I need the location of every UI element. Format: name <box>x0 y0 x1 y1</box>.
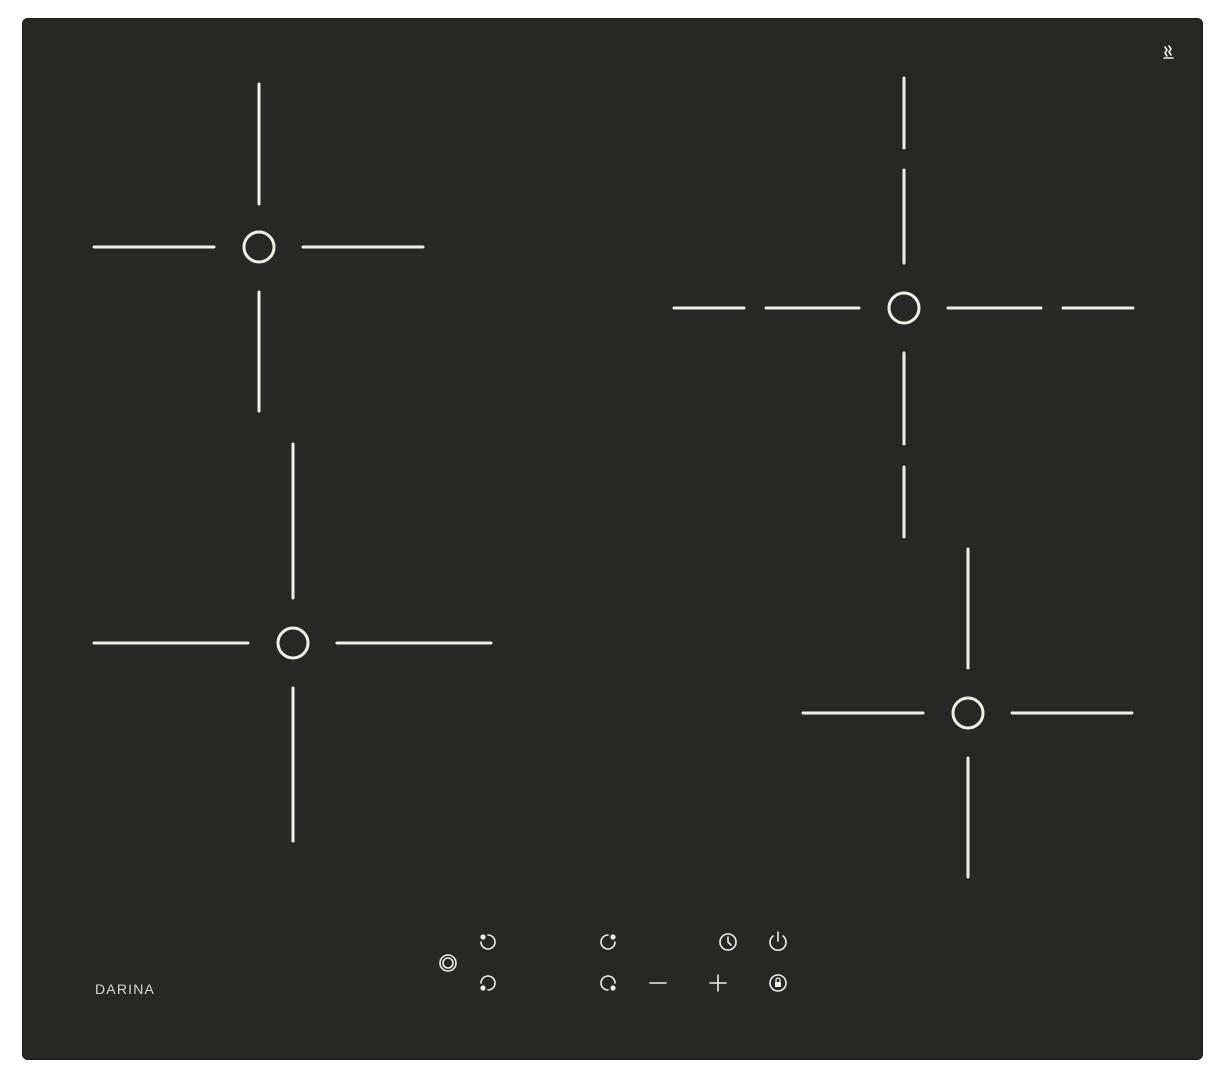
cooking-zone-top-right <box>672 76 1135 539</box>
minus-button[interactable] <box>644 969 672 997</box>
cooking-zone-top-left <box>92 82 425 413</box>
zone-top-right-button[interactable] <box>594 928 622 956</box>
power-button[interactable] <box>764 928 792 956</box>
zone-center-ring <box>887 291 921 325</box>
zone-bottom-left-button[interactable] <box>474 969 502 997</box>
zone-center-ring <box>951 696 985 730</box>
brand-logo: DARINA <box>95 981 156 997</box>
plus-button[interactable] <box>704 969 732 997</box>
zone-bottom-right-button[interactable] <box>594 969 622 997</box>
zone-select-button[interactable] <box>434 949 462 977</box>
lock-button[interactable] <box>764 969 792 997</box>
cooking-zone-bottom-right <box>801 547 1134 879</box>
zone-top-left-button[interactable] <box>474 928 502 956</box>
zone-center-ring <box>242 230 276 264</box>
hot-surface-icon <box>1163 45 1174 59</box>
timer-button[interactable] <box>714 928 742 956</box>
cooking-zone-bottom-left <box>92 442 493 843</box>
zone-center-ring <box>276 626 310 660</box>
cooktop-markings <box>92 45 1174 997</box>
